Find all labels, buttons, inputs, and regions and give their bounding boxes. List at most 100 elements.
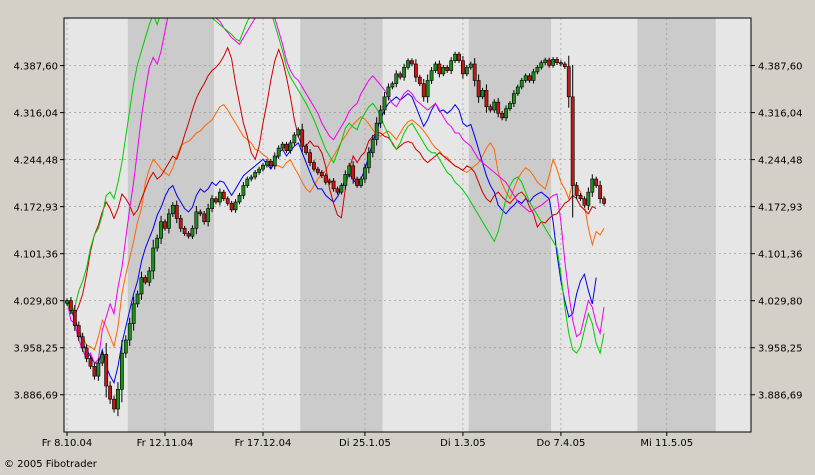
- candle-body: [547, 59, 552, 66]
- candle-body: [586, 191, 591, 206]
- candle-body: [363, 167, 367, 180]
- candle-body: [347, 165, 352, 175]
- candle-body: [182, 227, 187, 234]
- candle-body: [500, 112, 505, 119]
- candle-body: [296, 129, 301, 136]
- candle-body: [284, 143, 289, 152]
- candle-body: [351, 165, 356, 180]
- candle-body: [96, 362, 101, 377]
- candle-body: [229, 203, 234, 211]
- y-tick-label-left: 3.958,25: [13, 344, 58, 355]
- y-tick-label-left: 4.172,93: [13, 203, 58, 214]
- candle-body: [265, 160, 269, 166]
- candle-body: [174, 204, 179, 219]
- candle-body: [578, 195, 583, 200]
- x-tick-label: Fr 12.11.04: [137, 438, 194, 449]
- candle-body: [276, 147, 281, 157]
- candle-body: [472, 63, 477, 81]
- copyright-label: © 2005 Fibotrader: [4, 459, 98, 470]
- candle-body: [127, 323, 132, 341]
- candle-body: [468, 63, 473, 68]
- shaded-band: [127, 18, 214, 432]
- candle-body: [210, 198, 214, 209]
- y-tick-label-left: 4.244,48: [13, 156, 58, 167]
- candle-body: [331, 180, 336, 190]
- candle-body: [304, 145, 309, 154]
- candle-body: [241, 185, 246, 196]
- candle-body: [398, 73, 403, 78]
- candle-body: [261, 164, 265, 170]
- candle-body: [147, 270, 152, 283]
- candle-body: [562, 63, 567, 67]
- chart: 3.886,69 3.886,69 3.958,25 3.958,25 4.029,80…: [0, 0, 815, 471]
- candle-body: [476, 80, 481, 98]
- candle-body: [312, 162, 316, 170]
- candle-body: [84, 347, 89, 359]
- chart-canvas: 3.886,69 3.886,69 3.958,25 3.958,25 4.029,80…: [4, 17, 803, 470]
- candle-body: [178, 218, 183, 229]
- candle-body: [366, 152, 371, 169]
- y-tick-label-right: 4.029,80: [758, 297, 803, 308]
- candle-body: [88, 358, 93, 367]
- candle-body: [315, 168, 320, 173]
- candle-body: [108, 385, 113, 400]
- candle-body: [590, 178, 595, 193]
- candle-body: [394, 73, 399, 85]
- y-tick-label-left: 4.387,60: [13, 62, 58, 73]
- candle-body: [413, 63, 418, 78]
- candle-body: [343, 174, 348, 186]
- candle-body: [339, 185, 344, 193]
- candle-body: [370, 139, 375, 154]
- candle-body: [402, 66, 407, 78]
- y-tick-label-left: 4.029,80: [13, 297, 58, 308]
- candle-body: [484, 89, 489, 108]
- candle-body: [214, 198, 218, 203]
- candle-body: [72, 310, 77, 326]
- candle-body: [151, 247, 156, 272]
- candle-body: [461, 60, 465, 75]
- candle-body: [233, 201, 238, 211]
- candle-body: [280, 143, 285, 149]
- candle-body: [116, 388, 120, 410]
- candle-body: [355, 178, 359, 186]
- candle-body: [594, 178, 599, 186]
- candle-body: [582, 198, 587, 206]
- candle-body: [245, 178, 250, 186]
- candle-body: [449, 60, 454, 71]
- candle-body: [272, 155, 277, 167]
- candle-body: [382, 96, 387, 111]
- candle-body: [159, 221, 163, 239]
- candle-body: [194, 211, 199, 229]
- candle-body: [410, 60, 414, 65]
- candle-body: [504, 108, 508, 119]
- candle-body: [300, 129, 305, 147]
- candle-body: [551, 59, 555, 66]
- candle-body: [602, 198, 606, 204]
- candle-body: [527, 75, 532, 81]
- candle-body: [508, 103, 512, 109]
- candle-body: [598, 185, 603, 200]
- candle-body: [390, 83, 395, 88]
- candle-body: [69, 300, 73, 311]
- y-tick-label-left: 4.101,36: [13, 250, 58, 261]
- candle-body: [421, 83, 426, 98]
- candle-body: [131, 303, 136, 324]
- x-tick-label: Fr 17.12.04: [235, 438, 292, 449]
- candle-body: [374, 122, 379, 140]
- candle-body: [441, 66, 446, 75]
- candle-body: [225, 198, 230, 204]
- candle-body: [511, 93, 516, 104]
- candle-body: [76, 325, 81, 338]
- y-tick-label-left: 4.316,04: [13, 109, 58, 120]
- candle-body: [80, 336, 85, 349]
- candle-body: [308, 152, 312, 163]
- x-tick-label: Di 1.3.05: [440, 438, 485, 449]
- candle-body: [170, 204, 175, 215]
- candle-body: [464, 66, 469, 75]
- y-tick-label-left: 3.886,69: [13, 391, 58, 402]
- candle-body: [531, 71, 536, 81]
- shaded-band: [300, 18, 383, 432]
- y-tick-label-right: 3.958,25: [758, 344, 803, 355]
- candle-body: [539, 62, 544, 68]
- candle-body: [206, 208, 211, 223]
